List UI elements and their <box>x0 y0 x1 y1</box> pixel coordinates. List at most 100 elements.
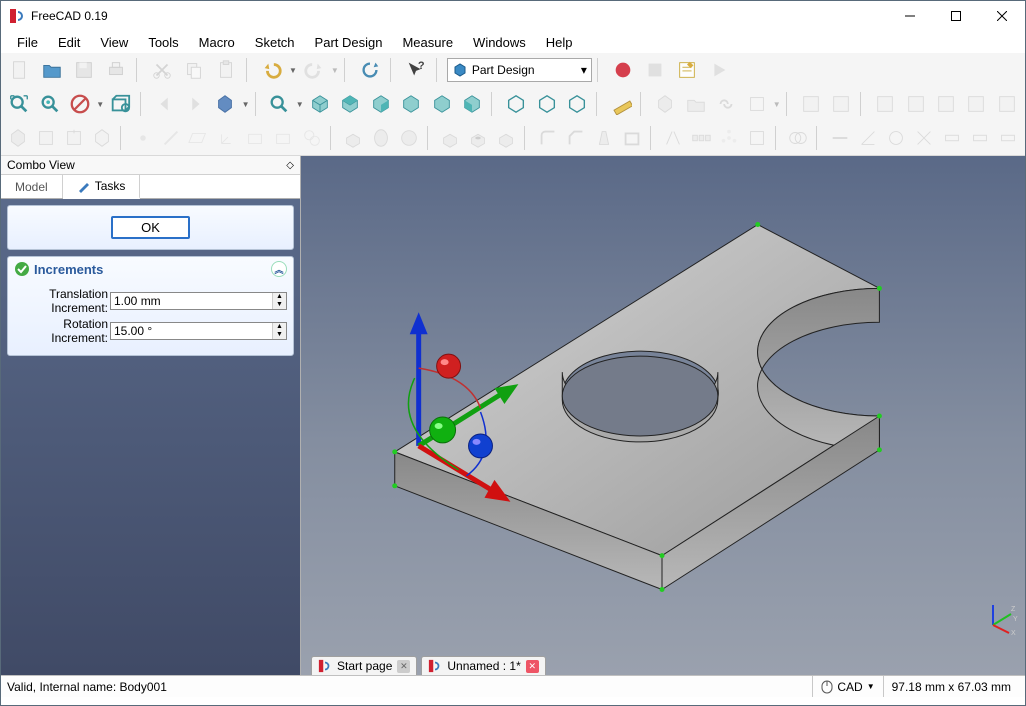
thickness-button[interactable] <box>619 123 645 153</box>
sketch-merge-button[interactable] <box>962 89 990 119</box>
close-tab-icon[interactable]: ✕ <box>397 660 410 673</box>
measure-refresh-button[interactable] <box>883 123 909 153</box>
view-top-button[interactable] <box>336 89 364 119</box>
bounding-box-button[interactable] <box>106 89 134 119</box>
sketch-edit-button[interactable] <box>827 89 855 119</box>
close-button[interactable] <box>979 1 1025 31</box>
hole-button[interactable] <box>465 123 491 153</box>
draft-button[interactable] <box>591 123 617 153</box>
axis-gizmo-icon[interactable]: Z Y X <box>983 599 1019 635</box>
macro-record-button[interactable] <box>608 55 638 85</box>
view-trimetric-button[interactable] <box>563 89 591 119</box>
doc-tab-unnamed[interactable]: Unnamed : 1* ✕ <box>421 656 545 675</box>
new-sketch-button[interactable] <box>33 123 59 153</box>
map-sketch-button[interactable] <box>89 123 115 153</box>
boolean-button[interactable] <box>785 123 811 153</box>
nav-forward-button[interactable] <box>181 89 209 119</box>
sketch-new-button[interactable] <box>796 89 824 119</box>
menu-edit[interactable]: Edit <box>48 33 90 52</box>
link-nav-button[interactable] <box>211 89 239 119</box>
measure-toggle3d-button[interactable] <box>967 123 993 153</box>
menu-macro[interactable]: Macro <box>189 33 245 52</box>
menu-part-design[interactable]: Part Design <box>305 33 393 52</box>
view-rear-button[interactable] <box>397 89 425 119</box>
measure-toggle-button[interactable] <box>939 123 965 153</box>
view-left-button[interactable] <box>458 89 486 119</box>
link-make-button[interactable] <box>712 89 740 119</box>
3d-viewport[interactable]: Z Y X Start page ✕ Unnamed : 1* ✕ <box>301 156 1025 675</box>
workbench-selector[interactable]: Part Design ▾ <box>447 58 592 82</box>
paste-button[interactable] <box>211 55 241 85</box>
macro-play-button[interactable] <box>704 55 734 85</box>
link-actions-button[interactable] <box>742 89 770 119</box>
datum-line-button[interactable] <box>158 123 184 153</box>
tab-tasks[interactable]: Tasks <box>63 175 141 199</box>
subshapebinder-button[interactable] <box>270 123 296 153</box>
spin-up-icon[interactable]: ▲ <box>273 293 286 301</box>
mirror-button[interactable] <box>660 123 686 153</box>
linear-pattern-button[interactable] <box>688 123 714 153</box>
datum-cs-button[interactable] <box>214 123 240 153</box>
part-button[interactable] <box>651 89 679 119</box>
datum-plane-button[interactable] <box>186 123 212 153</box>
rotation-increment-input[interactable]: ▲▼ <box>110 322 287 340</box>
print-button[interactable] <box>101 55 131 85</box>
groove-button[interactable] <box>493 123 519 153</box>
edit-sketch-button[interactable] <box>61 123 87 153</box>
macro-stop-button[interactable] <box>640 55 670 85</box>
save-button[interactable] <box>69 55 99 85</box>
spin-down-icon[interactable]: ▼ <box>273 331 286 339</box>
menu-view[interactable]: View <box>90 33 138 52</box>
redo-button[interactable] <box>299 55 329 85</box>
measure-clear-button[interactable] <box>911 123 937 153</box>
chamfer-button[interactable] <box>563 123 589 153</box>
menu-windows[interactable]: Windows <box>463 33 536 52</box>
pad-button[interactable] <box>340 123 366 153</box>
doc-tab-start[interactable]: Start page ✕ <box>311 656 417 675</box>
menu-sketch[interactable]: Sketch <box>245 33 305 52</box>
view-right-button[interactable] <box>366 89 394 119</box>
menu-measure[interactable]: Measure <box>392 33 463 52</box>
view-iso2-button[interactable] <box>502 89 530 119</box>
copy-button[interactable] <box>179 55 209 85</box>
close-tab-icon[interactable]: ✕ <box>526 660 539 673</box>
menu-help[interactable]: Help <box>536 33 583 52</box>
draw-style-button[interactable] <box>66 89 94 119</box>
measure-button[interactable] <box>607 89 635 119</box>
macro-list-button[interactable] <box>672 55 702 85</box>
clone-button[interactable] <box>299 123 325 153</box>
new-button[interactable] <box>5 55 35 85</box>
measure-angular-button[interactable] <box>855 123 881 153</box>
fit-all-button[interactable] <box>5 89 33 119</box>
maximize-button[interactable] <box>933 1 979 31</box>
fillet-button[interactable] <box>535 123 561 153</box>
undo-button[interactable] <box>257 55 287 85</box>
spin-down-icon[interactable]: ▼ <box>273 301 286 309</box>
sketch-validate-button[interactable] <box>932 89 960 119</box>
dock-icon[interactable]: ◇ <box>286 160 294 171</box>
collapse-button[interactable]: ︽ <box>271 261 287 277</box>
fit-selection-button[interactable] <box>35 89 63 119</box>
multitransform-button[interactable] <box>744 123 770 153</box>
polar-pattern-button[interactable] <box>716 123 742 153</box>
loft-button[interactable] <box>396 123 422 153</box>
isometric-button[interactable] <box>265 89 293 119</box>
tab-model[interactable]: Model <box>1 175 63 198</box>
datum-point-button[interactable] <box>130 123 156 153</box>
view-dimetric-button[interactable] <box>532 89 560 119</box>
cut-button[interactable] <box>147 55 177 85</box>
pocket-button[interactable] <box>437 123 463 153</box>
sketch-map-button[interactable] <box>871 89 899 119</box>
nav-style-selector[interactable]: CAD ▼ <box>812 676 882 697</box>
menu-tools[interactable]: Tools <box>138 33 188 52</box>
body-button[interactable] <box>5 123 31 153</box>
menu-file[interactable]: File <box>7 33 48 52</box>
view-front-button[interactable] <box>306 89 334 119</box>
sketch-reorient-button[interactable] <box>901 89 929 119</box>
minimize-button[interactable] <box>887 1 933 31</box>
ok-button[interactable]: OK <box>111 216 190 239</box>
sketch-mirror-button[interactable] <box>993 89 1021 119</box>
group-button[interactable] <box>681 89 709 119</box>
measure-toggle-delta-button[interactable] <box>995 123 1021 153</box>
whats-this-button[interactable]: ? <box>401 55 431 85</box>
